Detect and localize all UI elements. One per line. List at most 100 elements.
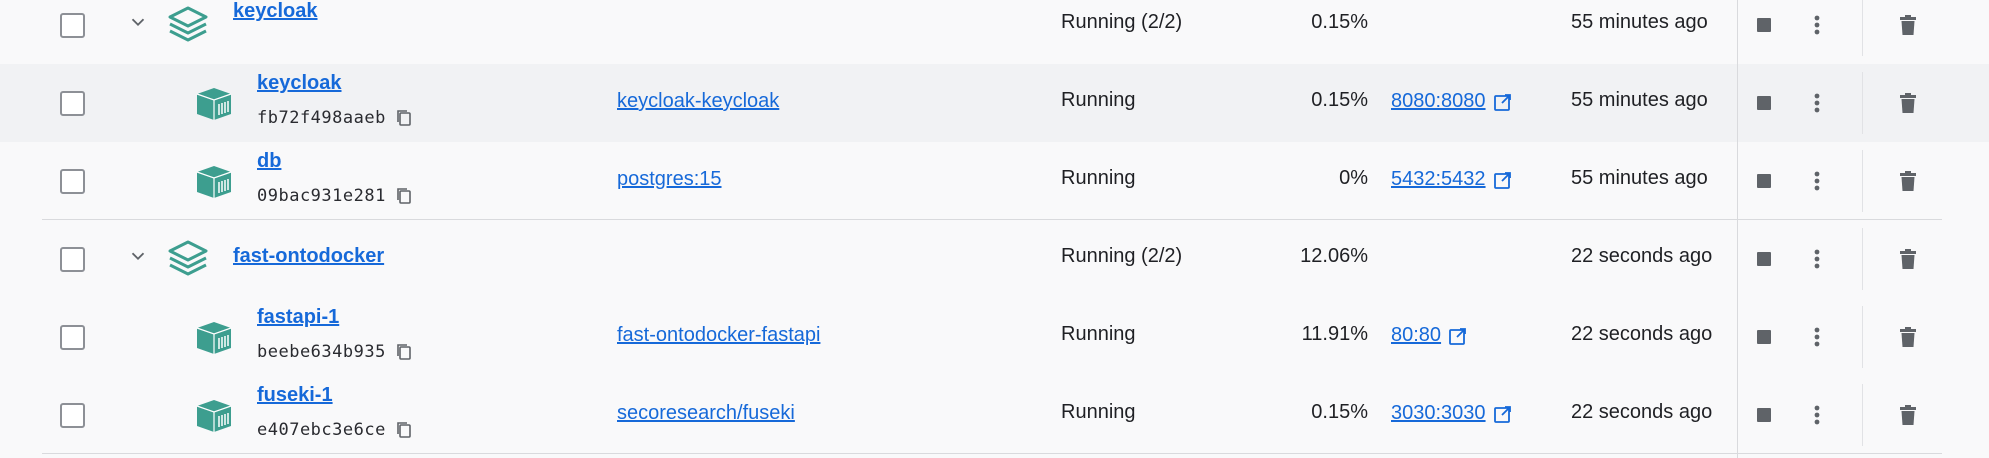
- last-started-text: 55 minutes ago: [1571, 167, 1708, 189]
- group-row-fast-ontodocker[interactable]: fast-ontodocker Running (2/2) 12.06% 22 …: [0, 220, 1989, 298]
- container-icon: [196, 88, 232, 120]
- external-link-icon[interactable]: [1493, 171, 1512, 189]
- action-divider: [1862, 72, 1863, 134]
- container-id-text: fb72f498aaeb: [257, 108, 386, 128]
- trash-icon: [1900, 249, 1916, 269]
- last-started-text: 22 seconds ago: [1571, 245, 1713, 267]
- container-icon: [196, 166, 232, 198]
- status-text: Running: [1061, 323, 1136, 345]
- stop-button[interactable]: [1751, 12, 1777, 38]
- action-divider: [1862, 306, 1863, 368]
- more-actions-button[interactable]: [1804, 324, 1830, 350]
- container-name-link[interactable]: fastapi-1: [257, 306, 339, 329]
- more-actions-button[interactable]: [1804, 12, 1830, 38]
- image-link[interactable]: fast-ontodocker-fastapi: [617, 324, 820, 347]
- container-id: e407ebc3e6ce: [257, 420, 412, 440]
- container-icon: [196, 400, 232, 432]
- delete-button[interactable]: [1895, 12, 1921, 38]
- cpu-text: 0%: [1339, 167, 1368, 189]
- external-link-icon[interactable]: [1449, 327, 1467, 345]
- group-name-link[interactable]: keycloak: [233, 0, 318, 23]
- action-divider: [1862, 228, 1863, 290]
- action-divider: [1862, 0, 1863, 56]
- more-actions-button[interactable]: [1804, 246, 1830, 272]
- container-id-text: 09bac931e281: [257, 186, 386, 206]
- row-checkbox[interactable]: [60, 13, 85, 38]
- trash-icon: [1900, 93, 1916, 113]
- port-link[interactable]: 5432:5432: [1391, 168, 1512, 191]
- status-text: Running (2/2): [1061, 11, 1183, 33]
- cpu-text: 0.15%: [1311, 401, 1368, 423]
- copy-icon[interactable]: [396, 109, 412, 127]
- stop-icon: [1757, 174, 1771, 188]
- container-row-fuseki-1[interactable]: fuseki-1 e407ebc3e6ce secoresearch/fusek…: [0, 376, 1989, 454]
- actions-column-divider: [1737, 0, 1738, 458]
- container-id: 09bac931e281: [257, 186, 412, 206]
- container-icon: [196, 322, 232, 354]
- action-divider: [1862, 384, 1863, 446]
- container-name-link[interactable]: fuseki-1: [257, 384, 333, 407]
- last-started-text: 55 minutes ago: [1571, 11, 1708, 33]
- delete-button[interactable]: [1895, 324, 1921, 350]
- external-link-icon[interactable]: [1493, 93, 1512, 111]
- image-link[interactable]: postgres:15: [617, 168, 722, 191]
- copy-icon[interactable]: [396, 187, 412, 205]
- delete-button[interactable]: [1895, 246, 1921, 272]
- more-vertical-icon: [1814, 249, 1820, 269]
- stop-button[interactable]: [1751, 168, 1777, 194]
- group-name-link[interactable]: fast-ontodocker: [233, 245, 384, 268]
- row-checkbox[interactable]: [60, 247, 85, 272]
- copy-icon[interactable]: [396, 421, 412, 439]
- container-row-fastapi-1[interactable]: fastapi-1 beebe634b935 fast-ontodocker-f…: [0, 298, 1989, 376]
- chevron-down-icon[interactable]: [127, 11, 149, 33]
- status-text: Running: [1061, 167, 1136, 189]
- container-id: beebe634b935: [257, 342, 412, 362]
- stop-button[interactable]: [1751, 246, 1777, 272]
- port-text[interactable]: 3030:3030: [1391, 402, 1486, 425]
- row-checkbox[interactable]: [60, 325, 85, 350]
- copy-icon[interactable]: [396, 343, 412, 361]
- trash-icon: [1900, 327, 1916, 347]
- port-text[interactable]: 5432:5432: [1391, 168, 1486, 191]
- trash-icon: [1900, 405, 1916, 425]
- row-checkbox[interactable]: [60, 403, 85, 428]
- stop-icon: [1757, 96, 1771, 110]
- image-link[interactable]: keycloak-keycloak: [617, 90, 779, 113]
- container-name-link[interactable]: keycloak: [257, 72, 342, 95]
- action-divider: [1862, 150, 1863, 212]
- port-link[interactable]: 3030:3030: [1391, 402, 1512, 425]
- stop-icon: [1757, 408, 1771, 422]
- more-actions-button[interactable]: [1804, 168, 1830, 194]
- cpu-text: 0.15%: [1311, 11, 1368, 33]
- port-text[interactable]: 80:80: [1391, 324, 1441, 347]
- row-checkbox[interactable]: [60, 169, 85, 194]
- stop-button[interactable]: [1751, 402, 1777, 428]
- container-id-text: beebe634b935: [257, 342, 386, 362]
- stop-button[interactable]: [1751, 90, 1777, 116]
- container-row-keycloak[interactable]: keycloak fb72f498aaeb keycloak-keycloak …: [0, 64, 1989, 142]
- port-link[interactable]: 80:80: [1391, 324, 1467, 347]
- container-name-link[interactable]: db: [257, 150, 281, 173]
- image-link[interactable]: secoresearch/fuseki: [617, 402, 795, 425]
- status-text: Running (2/2): [1061, 245, 1183, 267]
- container-id: fb72f498aaeb: [257, 108, 412, 128]
- cpu-text: 0.15%: [1311, 89, 1368, 111]
- port-text[interactable]: 8080:8080: [1391, 90, 1486, 113]
- more-actions-button[interactable]: [1804, 90, 1830, 116]
- row-checkbox[interactable]: [60, 91, 85, 116]
- stop-icon: [1757, 18, 1771, 32]
- external-link-icon[interactable]: [1493, 405, 1512, 423]
- container-id-text: e407ebc3e6ce: [257, 420, 386, 440]
- more-actions-button[interactable]: [1804, 402, 1830, 428]
- stop-icon: [1757, 252, 1771, 266]
- delete-button[interactable]: [1895, 168, 1921, 194]
- chevron-down-icon[interactable]: [127, 245, 149, 267]
- container-row-db[interactable]: db 09bac931e281 postgres:15 Running 0% 5…: [0, 142, 1989, 220]
- port-link[interactable]: 8080:8080: [1391, 90, 1512, 113]
- stop-button[interactable]: [1751, 324, 1777, 350]
- more-vertical-icon: [1814, 15, 1820, 35]
- delete-button[interactable]: [1895, 90, 1921, 116]
- delete-button[interactable]: [1895, 402, 1921, 428]
- group-row-keycloak[interactable]: keycloak Running (2/2) 0.15% 55 minutes …: [0, 0, 1989, 64]
- trash-icon: [1900, 15, 1916, 35]
